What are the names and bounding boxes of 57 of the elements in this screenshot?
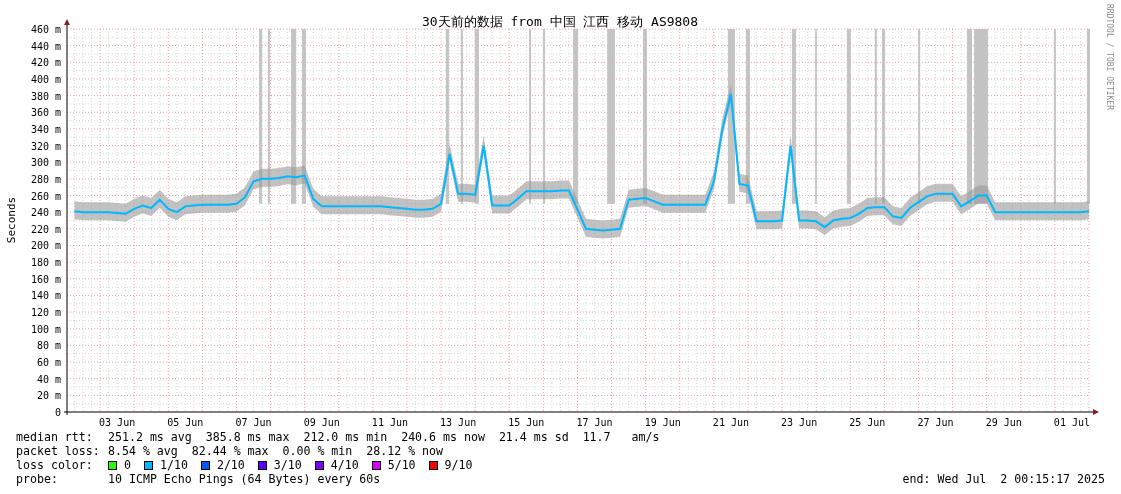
legend-label: probe: xyxy=(16,472,59,486)
loss-color-label: 9/10 xyxy=(444,458,473,472)
x-tick-label: 25 Jun xyxy=(849,417,886,428)
y-axis-label: Seconds xyxy=(5,196,18,244)
y-tick-label: 140 m xyxy=(30,290,61,302)
y-tick-label: 300 m xyxy=(30,157,61,169)
loss-color-label: 0 xyxy=(124,458,131,472)
y-tick-label: 240 m xyxy=(30,207,61,219)
y-tick-label: 440 m xyxy=(30,40,61,52)
y-tick-label: 320 m xyxy=(30,140,61,152)
x-tick-label: 13 Jun xyxy=(440,417,477,428)
y-tick-label: 180 m xyxy=(30,257,61,269)
y-tick-label: 0 xyxy=(54,407,61,418)
x-tick-label: 23 Jun xyxy=(781,417,818,428)
x-tick-label: 29 Jun xyxy=(985,417,1022,428)
legend-values: 251.2 ms avg 385.8 ms max 212.0 ms min 240.6 ms now 21.4 ms sd 11.7 am/s xyxy=(108,430,660,444)
y-tick-label: 360 m xyxy=(30,107,61,119)
y-tick-label: 100 m xyxy=(30,323,61,335)
y-tick-label: 260 m xyxy=(30,190,61,202)
x-tick-label: 15 Jun xyxy=(508,417,545,428)
y-tick-label: 220 m xyxy=(30,223,61,235)
y-tick-label: 20 m xyxy=(36,390,61,402)
y-tick-label: 160 m xyxy=(30,273,61,285)
y-tick-label: 60 m xyxy=(36,357,61,369)
legend-label: loss color: xyxy=(16,458,94,472)
x-tick-label: 09 Jun xyxy=(303,417,340,428)
x-tick-label: 03 Jun xyxy=(99,417,136,428)
y-tick-label: 40 m xyxy=(36,373,61,385)
y-tick-label: 340 m xyxy=(30,123,61,135)
loss-color-label: 2/10 xyxy=(216,458,245,472)
x-tick-label: 27 Jun xyxy=(917,417,954,428)
loss-color-label: 4/10 xyxy=(330,458,359,472)
x-tick-label: 01 Jul xyxy=(1053,417,1090,428)
loss-color-label: 1/10 xyxy=(160,458,188,472)
x-tick-label: 05 Jun xyxy=(167,417,204,428)
y-tick-label: 280 m xyxy=(30,173,61,185)
legend-label: median rtt: xyxy=(16,430,94,444)
probe-text: 10 ICMP Echo Pings (64 Bytes) every 60s xyxy=(108,472,381,486)
legend-label: packet loss: xyxy=(16,444,101,458)
y-tick-label: 120 m xyxy=(30,307,61,319)
y-tick-label: 380 m xyxy=(30,90,61,102)
loss-color-label: 5/10 xyxy=(387,458,416,472)
x-tick-label: 17 Jun xyxy=(576,417,613,428)
y-tick-label: 420 m xyxy=(30,57,61,69)
y-tick-label: 400 m xyxy=(30,73,61,85)
x-tick-label: 21 Jun xyxy=(712,417,749,428)
x-tick-label: 19 Jun xyxy=(644,417,681,428)
loss-color-label: 3/10 xyxy=(273,458,302,472)
x-tick-label: 07 Jun xyxy=(235,417,272,428)
legend-values: 8.54 % avg 82.44 % max 0.00 % min 28.12 % now xyxy=(108,444,444,458)
y-tick-label: 200 m xyxy=(30,240,61,252)
end-time: end: Wed Jul 2 00:15:17 2025 xyxy=(902,472,1105,486)
chart-title: 30天前的数据 from 中国 江西 移动 AS9808 xyxy=(421,14,699,29)
x-tick-label: 11 Jun xyxy=(371,417,408,428)
y-tick-label: 460 m xyxy=(30,24,61,35)
y-tick-label: 80 m xyxy=(36,340,61,352)
watermark-text: RRDTOOL / TOBI OETIKER xyxy=(1105,4,1114,110)
